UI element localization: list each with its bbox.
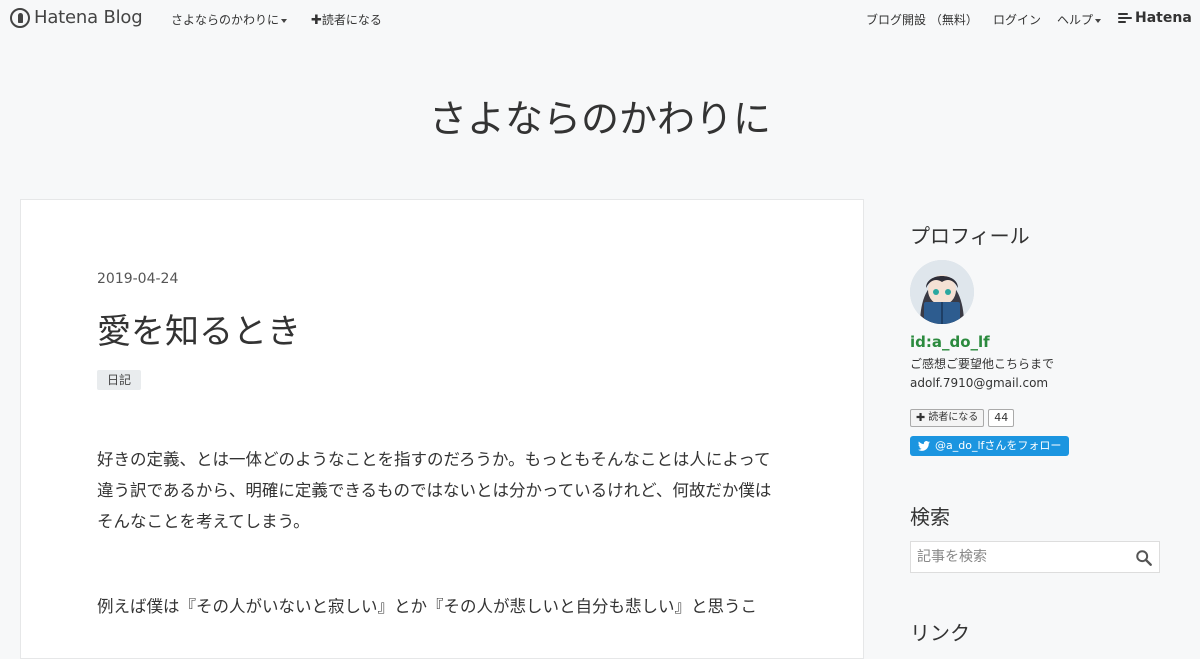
plus-icon: ✚ <box>311 13 322 28</box>
avatar-image <box>910 260 974 324</box>
login-link[interactable]: ログイン <box>993 11 1041 28</box>
login-label: ログイン <box>993 13 1042 27</box>
blog-menu-dropdown[interactable]: さよならのかわりに <box>171 11 288 28</box>
links-heading: リンク <box>910 621 970 645</box>
category-tag[interactable]: 日記 <box>97 370 142 390</box>
twitter-follow-button[interactable]: @a_do_lfさんをフォロー <box>910 436 1070 456</box>
search-input[interactable] <box>911 542 1131 572</box>
blog-title[interactable]: さよならのかわりに <box>0 88 1200 143</box>
hatena-blog-logo-icon <box>10 7 30 28</box>
article-paragraph: 好きの定義、とは一体どのようなことを指すのだろうか。もっともそんなことは人によっ… <box>97 450 772 531</box>
article-card: 2019-04-24 愛を知るとき 日記 好きの定義、とは一体どのようなことを指… <box>20 199 864 659</box>
logo-text: Hatena Blog <box>34 7 143 28</box>
twitter-bird-icon <box>918 441 930 451</box>
profile-id-link[interactable]: id:a_do_lf <box>910 333 990 351</box>
subscribe-link-label: 読者になる <box>321 13 382 27</box>
avatar[interactable] <box>910 260 974 324</box>
sidebar-subscribe-button[interactable]: ✚ 読者になる <box>910 409 985 427</box>
blog-menu-label: さよならのかわりに <box>171 13 280 27</box>
hatena-brand-label: Hatena <box>1135 10 1192 26</box>
post-title[interactable]: 愛を知るとき <box>97 304 301 353</box>
twitter-follow-label: @a_do_lfさんをフォロー <box>935 439 1062 452</box>
sidebar: プロフィール id:a_do_lf ご感想ご要望他こちらまで adolf.791… <box>891 199 1179 659</box>
global-header: Hatena Blog さよならのかわりに ✚読者になる ブログ開設 （無料） … <box>0 0 1200 36</box>
help-label: ヘルプ <box>1057 13 1094 27</box>
plus-icon: ✚ <box>916 411 926 424</box>
profile-email: adolf.7910@gmail.com <box>910 376 1049 390</box>
search-heading: 検索 <box>910 505 950 529</box>
open-blog-link[interactable]: ブログ開設 （無料） <box>866 11 978 28</box>
search-form <box>910 541 1160 573</box>
sidebar-subscribe-label: 読者になる <box>928 412 979 423</box>
hatena-brand-icon <box>1118 13 1132 23</box>
profile-description: ご感想ご要望他こちらまで adolf.7910@gmail.com <box>910 355 1170 393</box>
profile-heading: プロフィール <box>910 224 1030 248</box>
caret-down-icon <box>281 18 288 23</box>
open-blog-label: ブログ開設 （無料） <box>866 13 978 27</box>
subscriber-count: 44 <box>988 409 1015 427</box>
post-date[interactable]: 2019-04-24 <box>97 271 178 287</box>
hatena-blog-logo[interactable]: Hatena Blog <box>10 7 143 28</box>
help-dropdown[interactable]: ヘルプ <box>1057 11 1102 28</box>
caret-down-icon <box>1095 18 1102 23</box>
profile-line: ご感想ご要望他こちらまで <box>910 357 1055 371</box>
article-paragraph: 例えば僕は『その人がいないと寂しい』とか『その人が悲しいと自分も悲しい』と思うこ <box>97 597 757 616</box>
search-icon[interactable] <box>1135 549 1153 567</box>
subscribe-widget: ✚ 読者になる 44 <box>910 409 1015 427</box>
subscribe-link[interactable]: ✚読者になる <box>311 11 382 28</box>
hatena-brand-link[interactable]: Hatena <box>1118 10 1192 26</box>
